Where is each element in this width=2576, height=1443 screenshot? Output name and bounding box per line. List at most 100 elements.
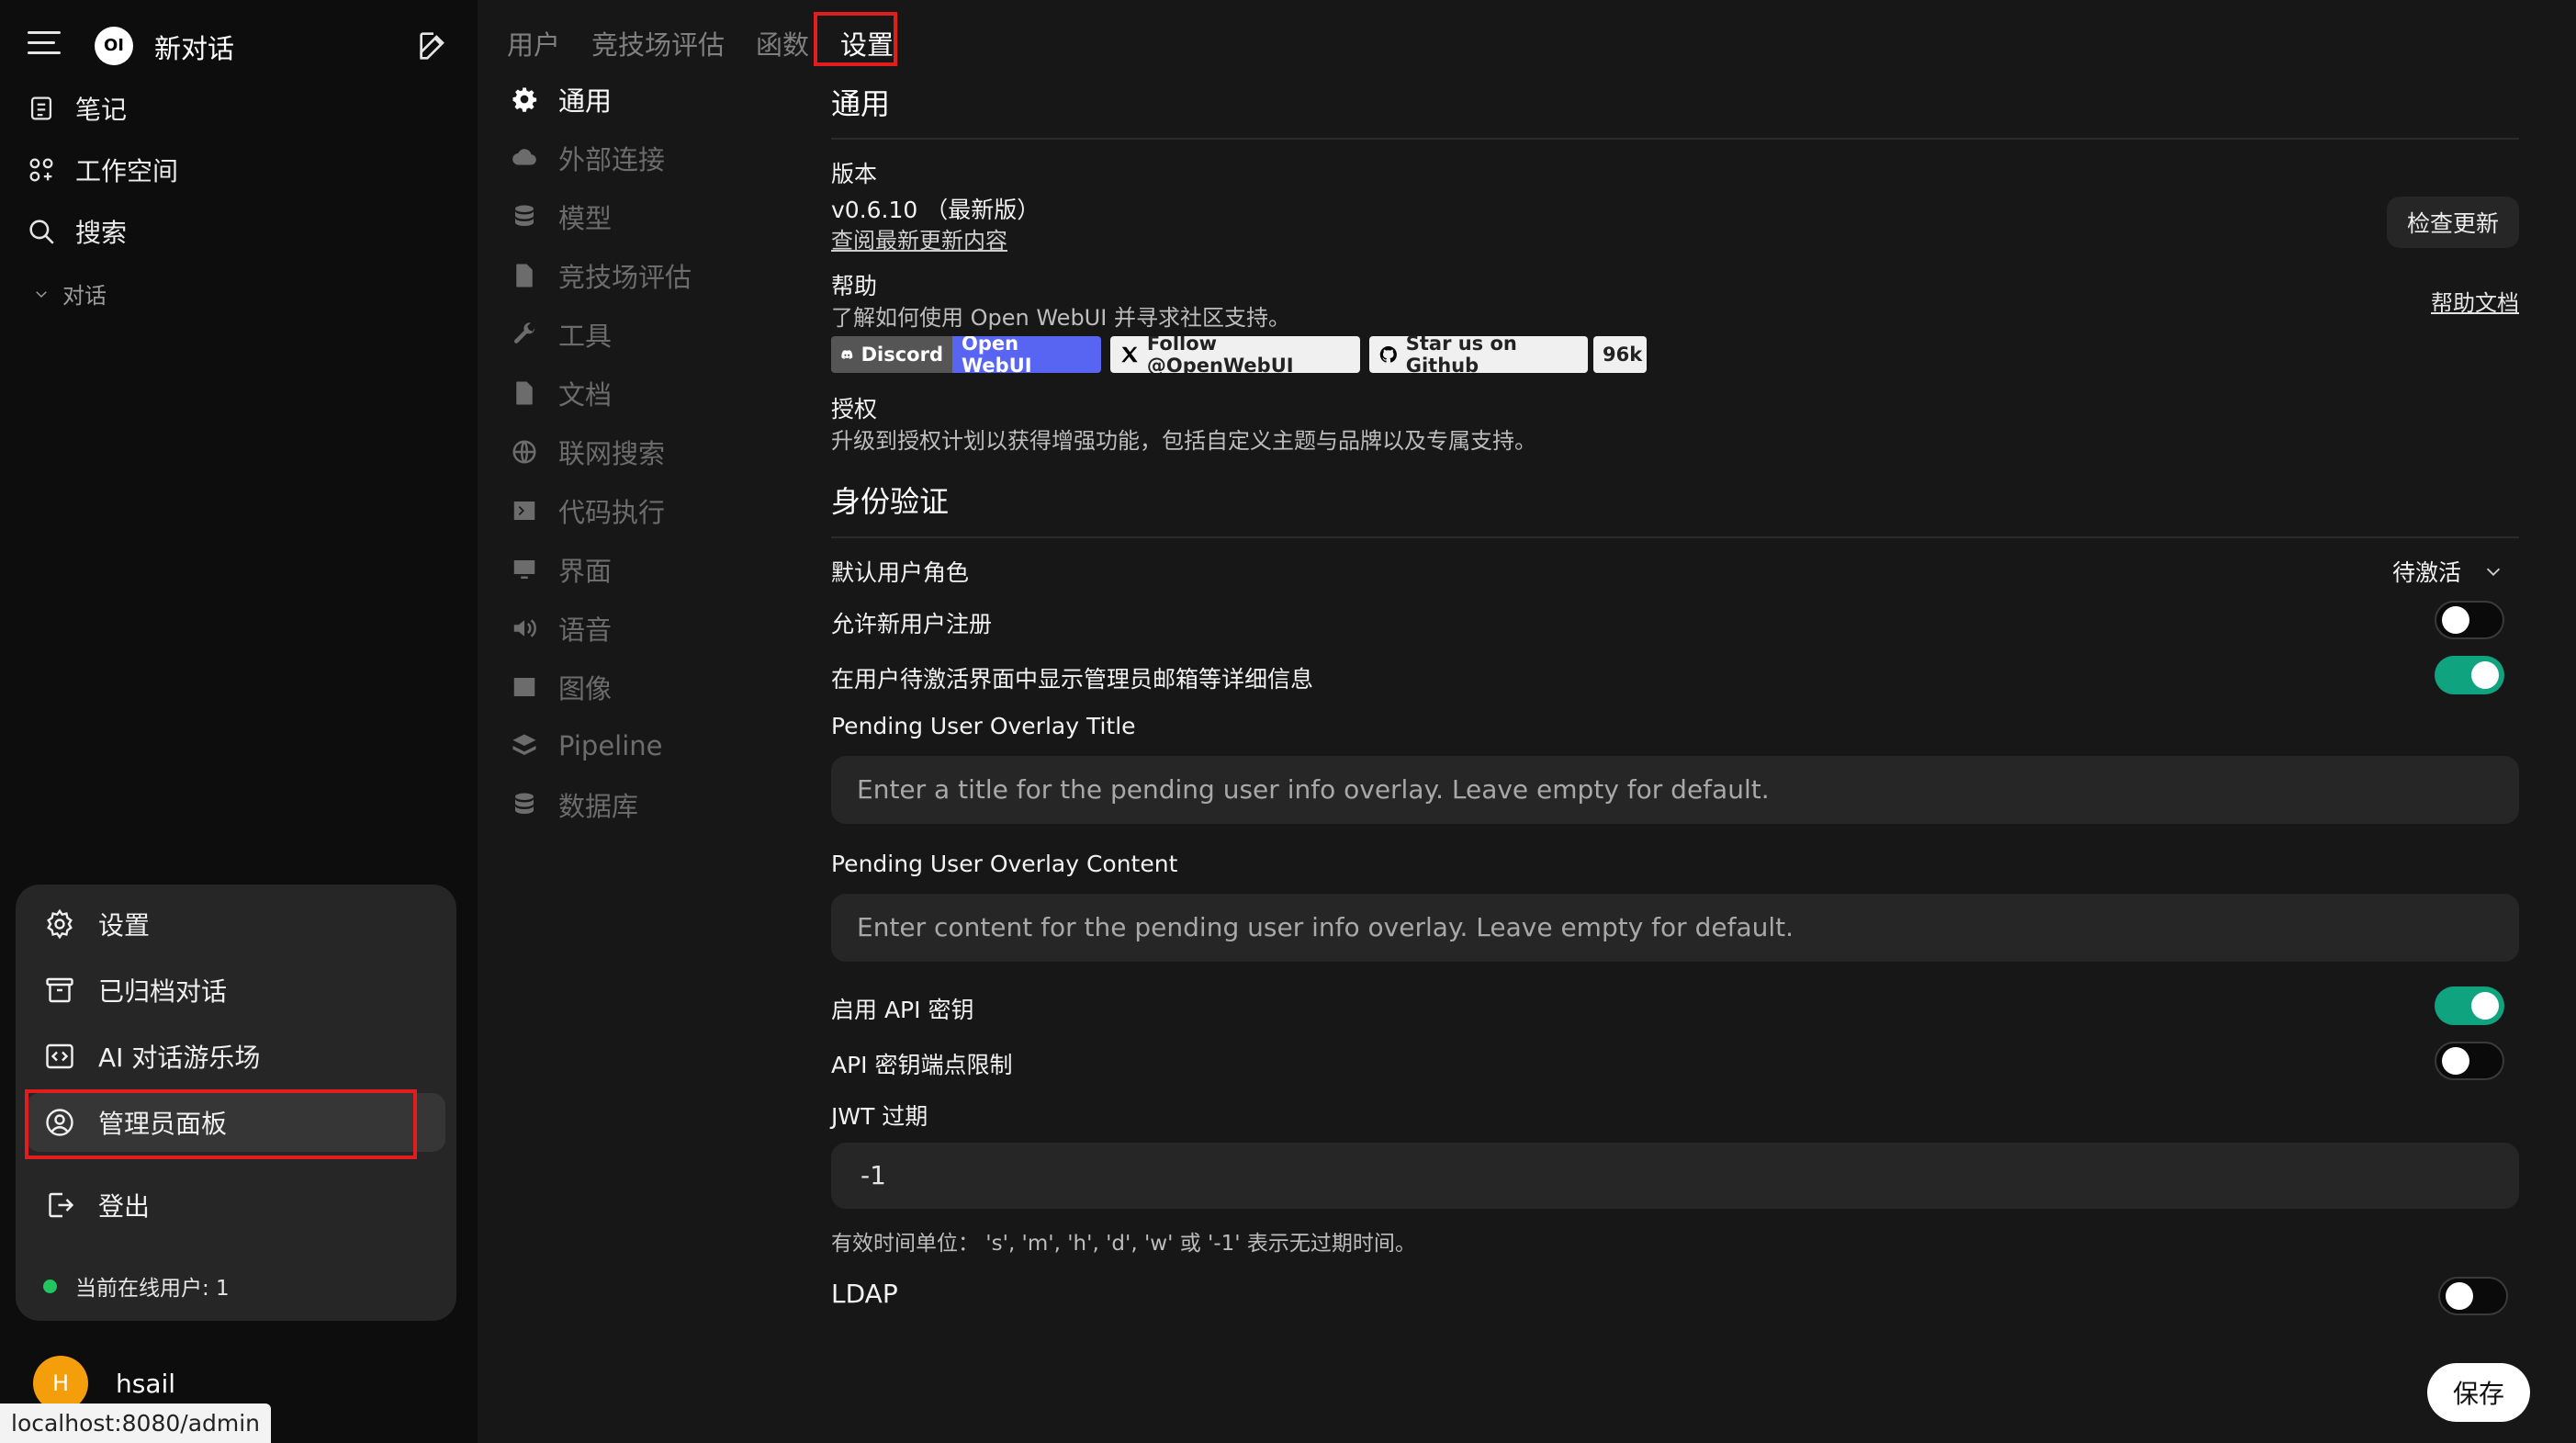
github-star-count[interactable]: 96k [1593, 336, 1647, 373]
sidebar-item-notes[interactable]: 笔记 [26, 83, 127, 134]
new-chat-edit-icon[interactable] [415, 28, 452, 64]
settings-nav-code-exec[interactable]: 代码执行 [511, 490, 665, 531]
settings-nav-label: 联网搜索 [558, 438, 666, 469]
license-text: 升级到授权计划以获得增强功能，包括自定义主题与品牌以及专属支持。 [831, 428, 1536, 454]
menu-item-label: 管理员面板 [98, 1109, 228, 1139]
globe-icon [512, 440, 536, 464]
badge-label: Discord [861, 344, 943, 366]
search-icon [29, 220, 54, 244]
menu-item-label: 已归档对话 [98, 976, 228, 1007]
tab-functions[interactable]: 函数 [756, 24, 809, 62]
allow-signup-toggle[interactable] [2435, 601, 2504, 639]
sidebar-item-search[interactable]: 搜索 [26, 206, 127, 257]
divider [831, 536, 2519, 538]
settings-nav-connections[interactable]: 外部连接 [511, 138, 665, 178]
help-text: 了解如何使用 Open WebUI 并寻求社区支持。 [831, 305, 1290, 331]
sidebar-item-workspace[interactable]: 工作空间 [26, 144, 178, 196]
archive-icon [46, 977, 73, 1003]
settings-nav-images[interactable]: 图像 [511, 667, 612, 707]
monitor-icon [513, 560, 535, 579]
menu-item-label: 登出 [98, 1191, 151, 1222]
notes-icon [30, 96, 52, 120]
overlay-title-input[interactable] [831, 756, 2519, 824]
github-star-badge[interactable]: Star us on Github [1369, 336, 1588, 373]
settings-nav-web-search[interactable]: 联网搜索 [511, 432, 665, 472]
menu-item-admin-panel[interactable]: 管理员面板 [27, 1093, 445, 1152]
menu-item-settings[interactable]: 设置 [43, 895, 150, 953]
wrench-icon [513, 322, 535, 344]
settings-nav-pipeline[interactable]: Pipeline [511, 726, 663, 766]
sidebar-item-label: 笔记 [75, 95, 128, 125]
menu-toggle-icon[interactable] [28, 31, 61, 61]
user-menu-popup: 设置 已归档对话 AI 对话游乐场 管理员面板 登出 当前在线用户: 1 [16, 885, 456, 1321]
overlay-content-label: Pending User Overlay Content [831, 851, 1178, 877]
overlay-content-input[interactable] [831, 894, 2519, 962]
user-profile-button[interactable]: H hsail [33, 1356, 175, 1411]
tab-users[interactable]: 用户 [507, 24, 560, 62]
jwt-expiry-input[interactable]: -1 [831, 1143, 2519, 1209]
changelog-link[interactable]: 查阅最新更新内容 [831, 222, 1007, 254]
playground-icon [46, 1043, 73, 1069]
menu-item-label: AI 对话游乐场 [98, 1043, 261, 1073]
api-key-toggle[interactable] [2435, 986, 2504, 1025]
settings-nav-label: Pipeline [558, 730, 663, 761]
menu-item-archived[interactable]: 已归档对话 [43, 961, 227, 1020]
database-icon [515, 205, 534, 226]
tab-arena[interactable]: 竞技场评估 [591, 24, 725, 62]
gear-icon [512, 87, 537, 112]
api-endpoint-toggle[interactable] [2435, 1042, 2504, 1080]
sidebar-item-label: 搜索 [75, 218, 128, 248]
terminal-icon [513, 502, 535, 520]
sidebar-header: OI 新对话 [0, 17, 478, 75]
help-docs-link[interactable]: 帮助文档 [2431, 285, 2519, 317]
menu-item-logout[interactable]: 登出 [43, 1176, 150, 1234]
document-icon [516, 264, 533, 287]
discord-icon [841, 350, 853, 359]
settings-nav-interface[interactable]: 界面 [511, 549, 612, 590]
settings-nav-tools[interactable]: 工具 [511, 314, 612, 355]
app-root: OI 新对话 笔记 工作空间 搜索 对话 设置 已归档对话 AI 对话游乐场 管… [0, 0, 2576, 1443]
badge-label: 96k [1603, 344, 1643, 366]
ldap-label: LDAP [831, 1279, 898, 1309]
jwt-label: JWT 过期 [831, 1103, 928, 1130]
sidebar-item-label: 工作空间 [75, 156, 179, 186]
badge-label: Open WebUI [962, 336, 1032, 373]
settings-nav-label: 代码执行 [558, 497, 666, 528]
save-button[interactable]: 保存 [2427, 1363, 2530, 1422]
chats-section-toggle[interactable]: 对话 [33, 277, 107, 310]
settings-nav-audio[interactable]: 语音 [511, 608, 612, 648]
menu-item-playground[interactable]: AI 对话游乐场 [43, 1027, 260, 1086]
show-admin-details-toggle[interactable] [2435, 656, 2504, 694]
app-logo[interactable]: OI [95, 27, 133, 65]
discord-badge[interactable]: Discord Open WebUI [831, 336, 1101, 373]
settings-nav-label: 模型 [558, 203, 613, 234]
online-dot-icon [43, 1279, 57, 1293]
ldap-toggle[interactable] [2438, 1277, 2508, 1315]
api-endpoint-label: API 密钥端点限制 [831, 1052, 1013, 1078]
settings-nav-arena[interactable]: 竞技场评估 [511, 255, 692, 296]
settings-nav-label: 文档 [558, 379, 613, 411]
x-follow-badge[interactable]: Follow @OpenWebUI [1110, 336, 1360, 373]
online-users-text: 当前在线用户: 1 [75, 1277, 230, 1301]
settings-nav-label: 数据库 [558, 791, 639, 822]
username: hsail [116, 1368, 176, 1399]
settings-nav-label: 图像 [558, 673, 613, 705]
settings-nav-label: 界面 [558, 556, 613, 587]
github-icon [1379, 345, 1397, 363]
sidebar: OI 新对话 笔记 工作空间 搜索 对话 设置 已归档对话 AI 对话游乐场 管… [0, 0, 478, 1443]
settings-nav-general[interactable]: 通用 [511, 79, 612, 119]
settings-nav-label: 外部连接 [558, 144, 666, 175]
default-role-select[interactable]: 待激活 [2392, 555, 2503, 588]
check-update-button[interactable]: 检查更新 [2387, 197, 2519, 248]
default-role-value: 待激活 [2392, 559, 2462, 586]
show-admin-details-label: 在用户待激活界面中显示管理员邮箱等详细信息 [831, 666, 1314, 693]
new-chat-button[interactable]: 新对话 [154, 28, 234, 66]
jwt-hint: 有效时间单位： 's', 'm', 'h', 'd', 'w' 或 '-1' 表… [831, 1232, 1416, 1256]
settings-nav-database[interactable]: 数据库 [511, 784, 638, 825]
image-icon [513, 678, 535, 696]
chevron-down-icon [36, 290, 47, 298]
settings-nav-models[interactable]: 模型 [511, 197, 612, 237]
menu-item-label: 设置 [98, 910, 151, 941]
license-label: 授权 [831, 396, 878, 423]
settings-nav-documents[interactable]: 文档 [511, 373, 612, 413]
